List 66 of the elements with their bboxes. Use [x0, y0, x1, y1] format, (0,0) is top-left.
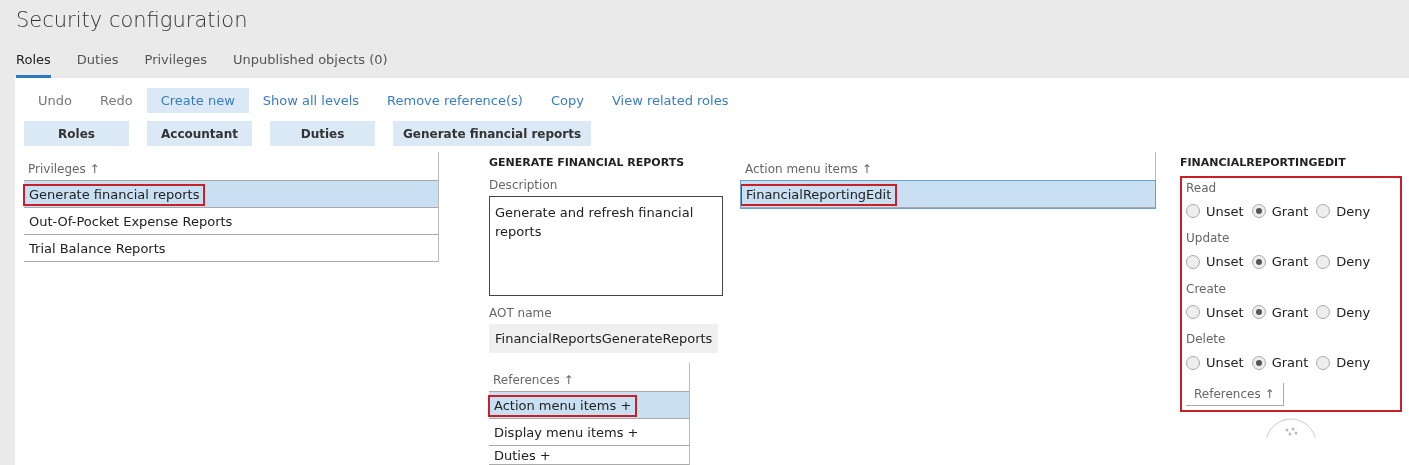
field-label: Description — [489, 176, 559, 194]
radio-button[interactable] — [1186, 204, 1200, 219]
row-label: Generate financial reports — [23, 184, 206, 206]
radio-button[interactable] — [1186, 305, 1200, 320]
sort-icon[interactable]: ↑ — [89, 162, 100, 176]
tab[interactable]: Unpublished objects (0) — [233, 47, 388, 78]
section-heading: GENERATE FINANCIAL REPORTS — [489, 155, 686, 171]
field-label: Update — [1186, 230, 1231, 247]
field-label: Create — [1186, 280, 1227, 298]
field-label: Delete — [1186, 331, 1227, 348]
row-label: Trial Balance Reports — [29, 241, 166, 256]
radio-label: Deny — [1336, 202, 1371, 221]
list-row[interactable]: Trial Balance Reports — [24, 235, 438, 262]
page-title: Security configuration — [16, 7, 249, 34]
row-label: Action menu items + — [488, 395, 638, 417]
row-label: Duties + — [494, 448, 551, 463]
radio-button[interactable] — [1186, 355, 1200, 370]
radio-button[interactable] — [1251, 254, 1266, 269]
toolbar-button[interactable]: Show all levels — [248, 87, 374, 113]
description-field[interactable]: Generate and refresh financial reports — [489, 195, 723, 296]
sort-icon[interactable]: ↑ — [861, 162, 872, 176]
radio-button[interactable] — [1251, 204, 1266, 219]
list-row[interactable]: Out-Of-Pocket Expense Reports — [24, 208, 438, 235]
radio-button[interactable] — [1316, 254, 1331, 269]
toolbar-button[interactable]: Remove reference(s) — [373, 87, 537, 113]
breadcrumb-button[interactable]: Roles — [24, 121, 129, 146]
row-label: Out-Of-Pocket Expense Reports — [29, 214, 233, 229]
radio-button[interactable] — [1186, 254, 1200, 269]
radio-label: Deny — [1336, 253, 1371, 271]
field-label: AOT name — [489, 304, 553, 322]
sort-icon: ↑ — [1264, 386, 1275, 401]
section-heading: FINANCIALREPORTINGEDIT — [1180, 155, 1347, 171]
radio-label: Unset — [1206, 202, 1244, 221]
radio-button[interactable] — [1316, 204, 1331, 219]
radio-label: Deny — [1336, 303, 1371, 322]
radio-label: Grant — [1271, 202, 1309, 221]
breadcrumb-button[interactable]: Duties — [270, 121, 375, 146]
radio-button[interactable] — [1251, 355, 1266, 370]
aot-name-field[interactable]: FinancialReportsGenerateReports — [489, 323, 719, 353]
breadcrumb-button[interactable]: Generate financial reports — [393, 121, 592, 146]
row-label: Display menu items + — [494, 425, 639, 440]
field-label: Read — [1186, 179, 1218, 197]
toolbar-button[interactable]: Create new — [146, 87, 249, 113]
list-row[interactable]: FinancialReportingEdit — [741, 181, 1155, 208]
radio-label: Grant — [1271, 354, 1309, 372]
radio-button[interactable] — [1316, 355, 1331, 370]
radio-label: Unset — [1206, 354, 1244, 372]
tab[interactable]: Privileges — [144, 47, 208, 78]
sort-icon[interactable]: ↑ — [563, 373, 574, 387]
radio-button[interactable] — [1316, 305, 1331, 320]
list-row[interactable]: Display menu items + — [489, 419, 689, 446]
radio-label: Unset — [1206, 303, 1244, 322]
list-row[interactable]: Action menu items + — [489, 392, 689, 419]
list-row[interactable]: Duties + — [489, 446, 689, 465]
references-button[interactable]: References ↑ — [1186, 382, 1284, 406]
radio-label: Unset — [1206, 253, 1244, 271]
radio-button[interactable] — [1251, 305, 1266, 320]
radio-label: Deny — [1336, 354, 1371, 372]
toolbar-button[interactable]: Copy — [536, 87, 598, 113]
row-label: FinancialReportingEdit — [740, 184, 898, 206]
radio-label: Grant — [1271, 303, 1309, 322]
tab[interactable]: Duties — [76, 47, 119, 78]
breadcrumb-button[interactable]: Accountant — [147, 121, 252, 146]
radio-label: Grant — [1271, 253, 1309, 271]
toolbar-button[interactable]: View related roles — [597, 87, 743, 113]
list-row[interactable]: Generate financial reports — [24, 181, 438, 208]
